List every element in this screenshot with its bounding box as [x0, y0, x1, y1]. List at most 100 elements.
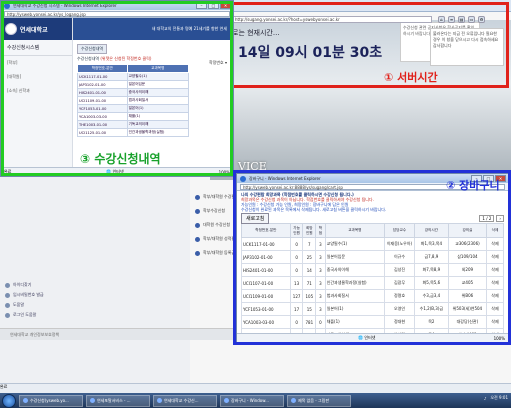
column-header: 희망인원 — [302, 223, 317, 238]
course-name: 인간과생물학과정(실험) — [324, 276, 386, 290]
course-name: 법과사회질서 — [126, 96, 190, 105]
taskbar-item[interactable]: 제목 없음 - 그림판 — [287, 394, 351, 407]
paint-icon — [291, 398, 296, 403]
maximize-button[interactable]: □ — [208, 2, 219, 9]
ie-icon — [90, 398, 95, 403]
volume-icon[interactable]: ♪ — [484, 396, 487, 401]
table-row[interactable]: UCI1125-01-00 인간과생물학과정(실험) — [77, 128, 190, 137]
table-row[interactable]: YCA1003-03-00 채플(1) — [77, 112, 190, 121]
capacity: 13 — [289, 276, 304, 290]
page-icon[interactable]: ▭ — [468, 16, 475, 23]
window-controls: – □ ✕ — [196, 2, 231, 9]
link-help[interactable]: 도움말 — [5, 300, 85, 310]
delete-link[interactable]: 삭제 — [485, 289, 505, 303]
course-code[interactable]: YCF1053-01-00 — [241, 302, 291, 316]
table-row[interactable]: UCK1117-01-00 0 7 3 교양필수(1) 이재웅(노우아) 화1,목3,목4 교… — [241, 237, 505, 251]
registration-list-section: 수강신청내역 수강신청내역 (위젯은 신청된 학정번호 클릭) 학정번호-분반 … — [77, 44, 217, 137]
course-code[interactable]: YCA1003-03-00 — [241, 315, 291, 329]
browser-toolbar-icons: ⌂ ≡ ▤ ▭ ⚙ — [438, 16, 485, 23]
table-row[interactable]: UCK1117-01-00 교양필수(1) — [77, 72, 190, 81]
wish-count: 7 — [302, 237, 317, 251]
course-code[interactable]: UCI1109-01-00 — [241, 289, 291, 303]
table-row[interactable]: JAP3102-01-00 일본어입문 — [77, 80, 190, 89]
class-time: 수3,금3,4 — [413, 289, 449, 303]
menu-bullet-icon — [195, 236, 200, 242]
column-header: 학정번호-분반 — [77, 64, 128, 73]
link-find-id[interactable]: 아이디찾기 — [5, 280, 85, 290]
table-row[interactable]: YCF1053-01-00 일본어(1) — [77, 104, 190, 113]
course-code[interactable]: HIS2401-01-00 — [77, 88, 128, 97]
login-help-icon — [5, 312, 10, 318]
delete-link[interactable]: 삭제 — [485, 250, 505, 264]
classroom: 위B06 — [447, 289, 487, 303]
table-row[interactable]: HIS2401-01-00 중국사의이해 — [77, 88, 190, 97]
table-row[interactable]: YCA1003-03-00 0 781 0 채플(1) 정대현 목2 대강당(신관) 삭제 — [241, 315, 505, 329]
table-row[interactable]: HIS2401-01-00 0 14 3 중국사의이해 김성진 화7,목8,9 외209 삭제 — [241, 263, 505, 277]
minimize-button[interactable]: – — [196, 2, 207, 9]
course-code[interactable]: YCA1003-03-00 — [77, 112, 128, 121]
server-time-caption: 로는 현재시간... — [232, 29, 280, 37]
zoom-level[interactable]: 100% — [494, 336, 505, 341]
course-code[interactable]: JAP3102-01-00 — [241, 250, 291, 264]
side-item-grad[interactable]: [대학원] — [1, 70, 72, 84]
taskbar-item[interactable]: 수강신청(ysweb.yo... — [19, 394, 83, 407]
close-button[interactable]: ✕ — [220, 2, 231, 9]
column-header: 교과목명 — [324, 223, 386, 238]
course-code[interactable]: THE1003-01-00 — [77, 120, 128, 129]
delete-link[interactable]: 삭제 — [485, 302, 505, 316]
server-time-address-bar[interactable]: http://sugang.yonsei.ac.kr/?host=yswebyo… — [232, 16, 432, 23]
table-row[interactable]: UCI1109-01-00 127 105 3 법과사회질서 정명호 수3,금3,4 위B06… — [241, 289, 505, 303]
taskbar-item[interactable]: 연세대학교 수강신... — [153, 394, 217, 407]
feed-icon[interactable]: ≡ — [448, 16, 455, 23]
clock[interactable]: 오전 9:01 — [490, 395, 508, 401]
course-name: 채플(1) — [126, 112, 190, 121]
taskbar-item[interactable]: 장바구니 - Window... — [220, 394, 284, 407]
side-item-undergrad[interactable]: [학부] — [1, 56, 72, 70]
server-time-display: 14일 09시 01분 30초 — [238, 45, 383, 61]
registration-url-field[interactable]: http://ysweb.yonsei.ac.kr/ys_logang.jsp — [4, 10, 230, 17]
course-name: 법과사회질서 — [324, 289, 386, 303]
home-icon[interactable]: ⌂ — [438, 16, 445, 23]
annotation-server-time: ① 서버시간 — [384, 71, 438, 84]
course-code[interactable]: JAP3102-01-00 — [77, 80, 128, 89]
course-name: 인간과생물학과정(실험) — [126, 128, 190, 137]
column-header: 교과목명 — [126, 64, 190, 73]
taskbar-item[interactable]: 연세포탈서비스 - ... — [86, 394, 150, 407]
course-code[interactable]: YCF1053-01-00 — [77, 104, 128, 113]
table-row[interactable]: UCI1107-01-00 13 71 3 인간과생물학과정(실험) 김광무 화5,목5,6… — [241, 276, 505, 290]
registration-window-titlebar[interactable]: 연세대학교 수강신청 시스템 - Windows Internet Explor… — [1, 1, 233, 10]
delete-link[interactable]: 삭제 — [485, 263, 505, 277]
course-name: 교양필수(1) — [324, 237, 386, 251]
table-row[interactable]: UCI1109-01-00 법과사회질서 — [77, 96, 190, 105]
tools-icon[interactable]: ⚙ — [478, 16, 485, 23]
tab-registration-list[interactable]: 수강신청내역 — [77, 44, 108, 54]
start-button[interactable] — [2, 393, 16, 408]
column-header: 담당교수 — [384, 223, 415, 238]
table-row[interactable]: JAP3102-01-00 0 25 3 일본어입문 이규수 금7,8,9 삼109/104 삭… — [241, 250, 505, 264]
course-code[interactable]: UCI1107-01-00 — [241, 276, 291, 290]
course-code[interactable]: HIS2401-01-00 — [241, 263, 291, 277]
zoom-level[interactable]: 100% — [219, 170, 230, 175]
link-temp-password[interactable]: 임시비밀번호 발급 — [5, 290, 85, 300]
next-page-icon[interactable]: › — [496, 214, 504, 222]
cart-window: 장바구니 - Windows Internet Explorer – □ ✕ h… — [236, 173, 509, 343]
delete-link[interactable]: 삭제 — [485, 237, 505, 251]
wish-count: 15 — [302, 302, 317, 316]
wish-count: 71 — [302, 276, 317, 290]
ie-icon — [23, 398, 28, 403]
delete-link[interactable]: 삭제 — [485, 276, 505, 290]
course-code[interactable]: UCK1117-01-00 — [77, 72, 128, 81]
print-icon[interactable]: ▤ — [458, 16, 465, 23]
refresh-button[interactable]: 새로고침 — [241, 212, 270, 224]
table-row[interactable]: THE1003-01-00 기독교의이해 — [77, 120, 190, 129]
table-row[interactable]: YCF1053-01-00 17 15 3 일본어(1) 오영인 수1,2(B,3)금 위50… — [241, 302, 505, 316]
cart-toolbar: 새로고침 1 / 2 › — [237, 212, 508, 224]
delete-link[interactable]: 삭제 — [485, 315, 505, 329]
course-code[interactable]: UCI1109-01-00 — [77, 96, 128, 105]
course-code[interactable]: UCI1125-01-00 — [77, 128, 128, 137]
link-login-help[interactable]: 로그인 도움말 — [5, 310, 85, 320]
taskbar: 수강신청(ysweb.yo... 연세포탈서비스 - ... 연세대학교 수강신… — [0, 393, 511, 408]
course-code[interactable]: UCK1117-01-00 — [241, 237, 291, 251]
class-time: 화1,목3,목4 — [413, 237, 449, 251]
user-icon — [5, 282, 10, 288]
